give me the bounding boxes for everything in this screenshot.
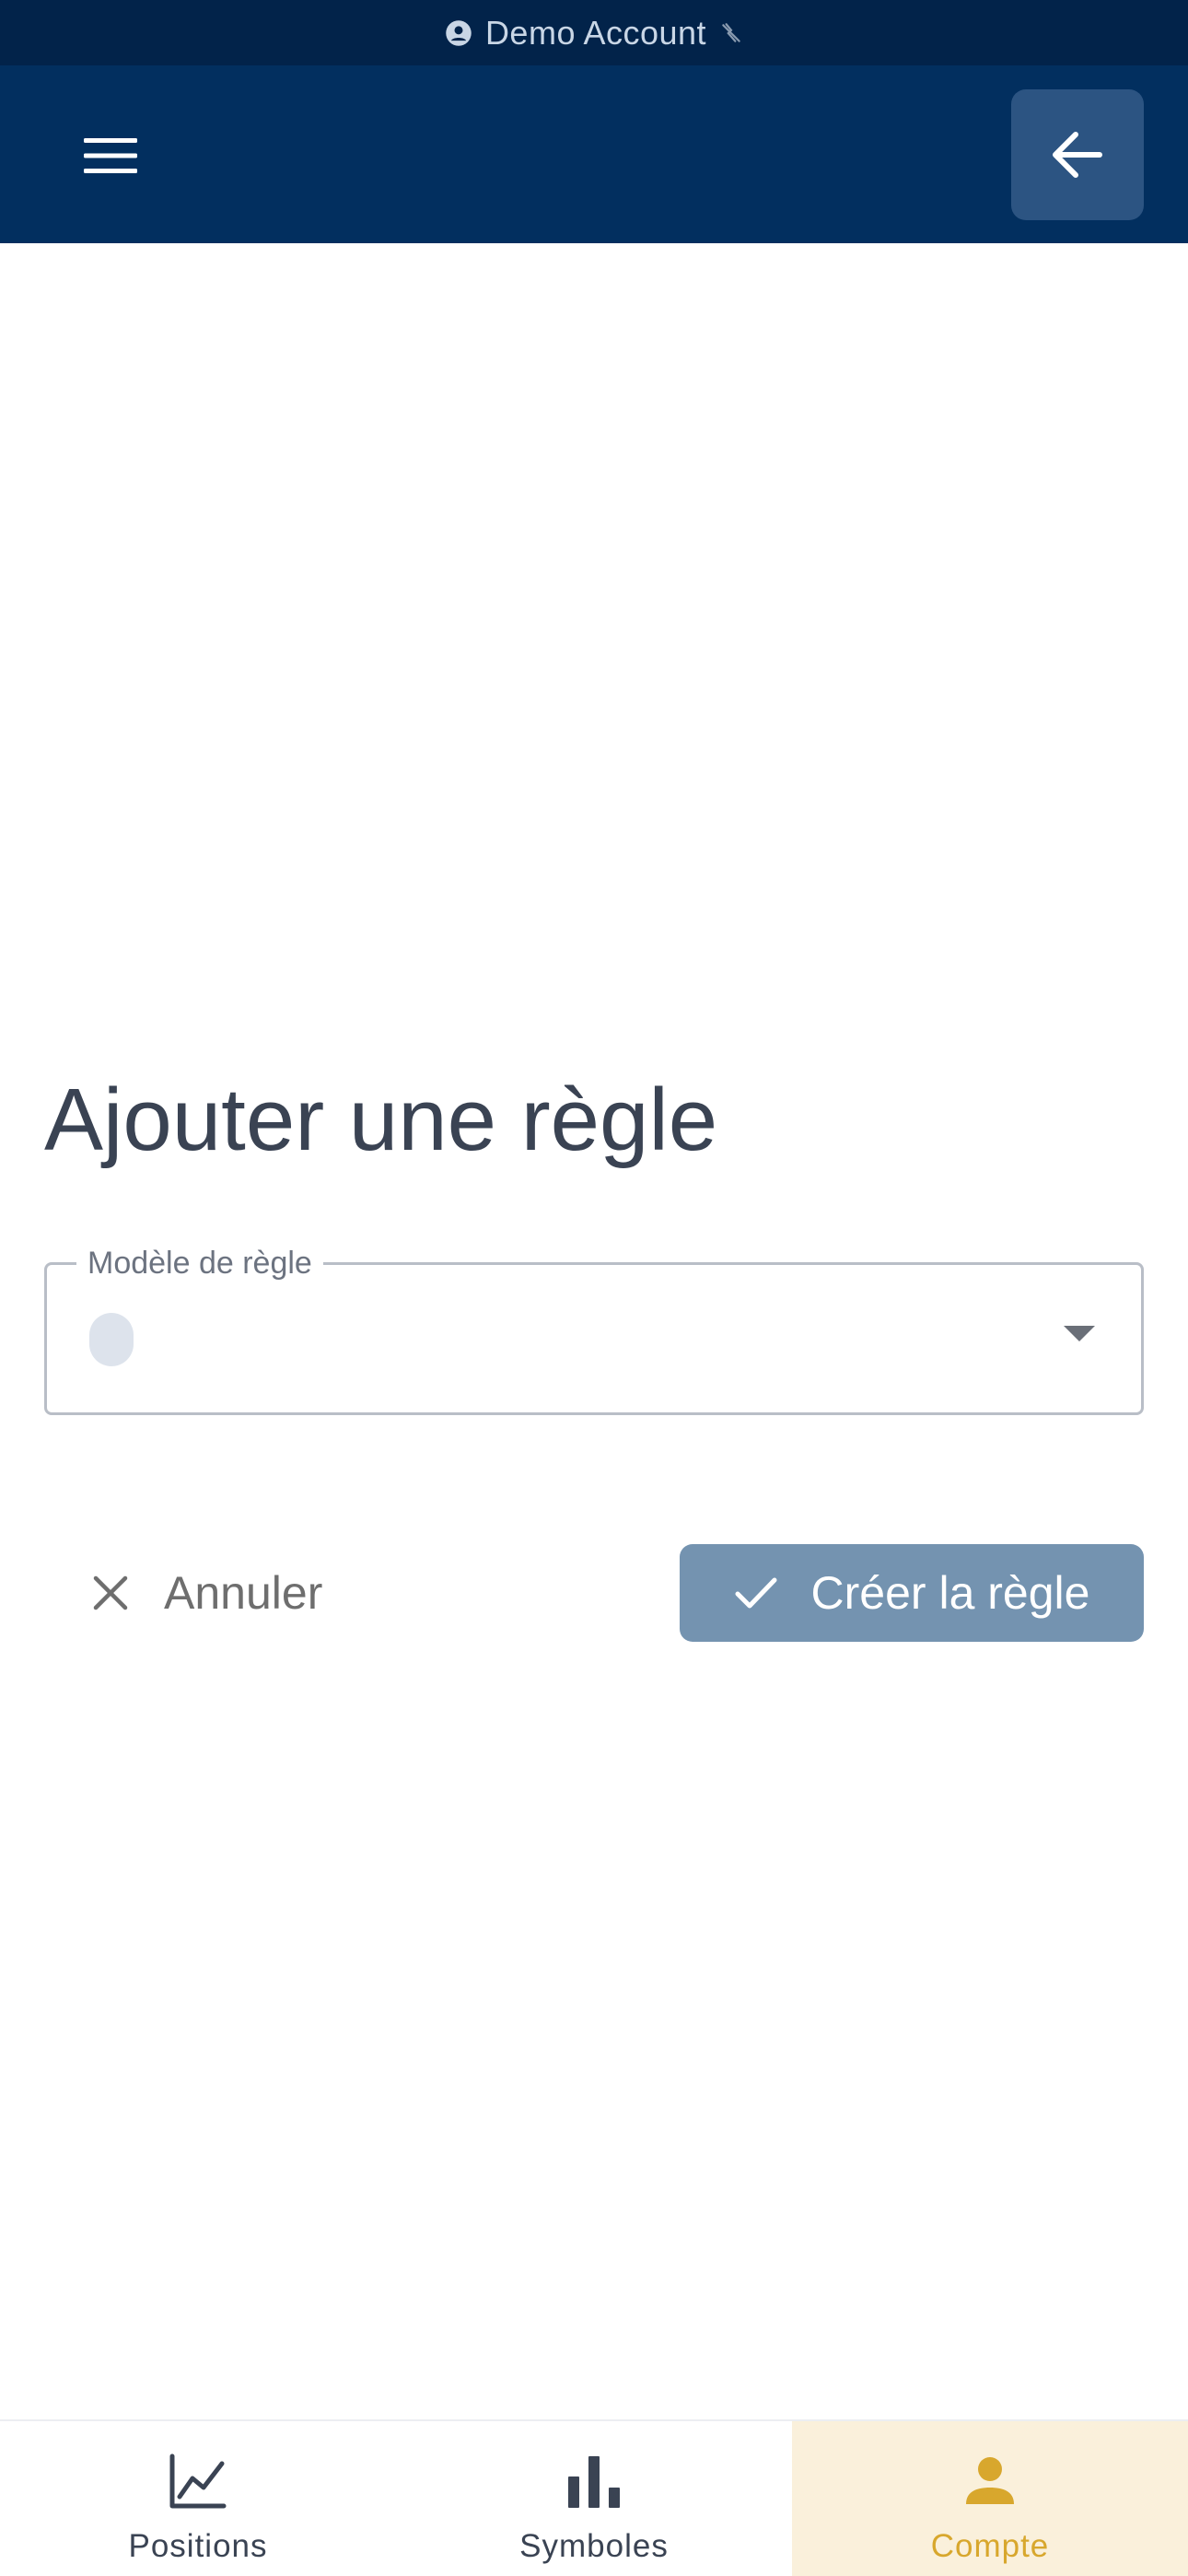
cancel-button[interactable]: Annuler	[66, 1544, 348, 1642]
rule-model-label: Modèle de règle	[76, 1245, 323, 1282]
bottom-nav: Positions Symboles Compte	[0, 2419, 1188, 2576]
create-rule-button[interactable]: Créer la règle	[680, 1544, 1144, 1642]
line-chart-icon	[169, 2453, 227, 2509]
hamburger-menu-icon	[84, 138, 137, 173]
page-title: Ajouter une règle	[44, 1071, 718, 1169]
rule-model-select[interactable]: Modèle de règle	[44, 1245, 1144, 1415]
check-icon	[735, 1577, 777, 1609]
back-button[interactable]	[1011, 89, 1144, 220]
nav-label-compte: Compte	[930, 2528, 1050, 2564]
nav-item-compte[interactable]: Compte	[792, 2421, 1188, 2576]
chevron-down-icon	[1064, 1326, 1095, 1341]
account-strip: Demo Account	[0, 0, 1188, 65]
nav-label-symboles: Symboles	[519, 2528, 669, 2564]
nav-item-positions[interactable]: Positions	[0, 2421, 396, 2576]
close-icon	[93, 1575, 128, 1610]
nav-label-positions: Positions	[128, 2528, 268, 2564]
app-header	[0, 65, 1188, 243]
create-rule-label: Créer la règle	[810, 1567, 1090, 1619]
person-icon	[966, 2457, 1014, 2504]
bar-chart-icon	[568, 2456, 620, 2508]
account-label: Demo Account	[484, 13, 707, 52]
cancel-label: Annuler	[164, 1567, 323, 1619]
menu-button[interactable]	[64, 111, 157, 200]
rule-model-loading-placeholder	[89, 1313, 134, 1366]
signal-off-icon	[722, 22, 740, 42]
nav-item-symboles[interactable]: Symboles	[396, 2421, 792, 2576]
account-circle-icon	[446, 19, 472, 46]
arrow-left-icon	[1053, 132, 1102, 178]
